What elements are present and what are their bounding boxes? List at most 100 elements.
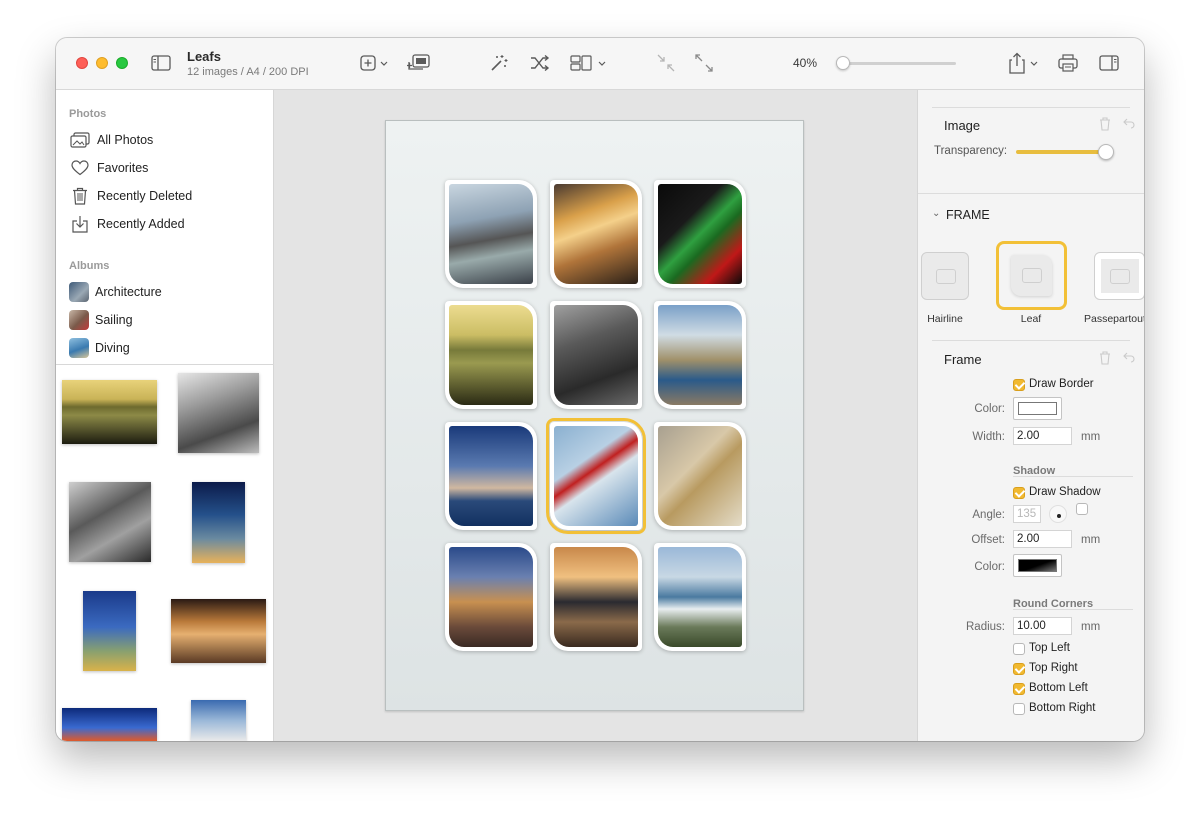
zoom-label: 40% bbox=[793, 56, 818, 70]
photo-tile-selected[interactable] bbox=[546, 418, 646, 534]
toolbar: Leafs 12 images / A4 / 200 DPI 40% bbox=[56, 38, 1144, 90]
draw-border-checkbox[interactable] bbox=[1013, 379, 1025, 391]
radius-field[interactable]: 10.00 bbox=[1013, 617, 1072, 635]
transparency-slider-knob[interactable] bbox=[1098, 144, 1114, 160]
shadow-color-label: Color: bbox=[974, 561, 1005, 573]
zoom-window-button[interactable] bbox=[116, 57, 128, 69]
sidebar-item-diving[interactable]: Diving bbox=[69, 336, 130, 360]
radius-label: Radius: bbox=[966, 621, 1005, 633]
border-color-well[interactable] bbox=[1013, 397, 1062, 420]
minimize-window-button[interactable] bbox=[96, 57, 108, 69]
frame-option-hairline[interactable] bbox=[921, 252, 969, 300]
border-width-field[interactable]: 2.00 bbox=[1013, 427, 1072, 445]
top-left-checkbox[interactable] bbox=[1013, 643, 1025, 655]
sidebar-item-all-photos[interactable]: All Photos bbox=[69, 128, 153, 152]
album-thumbnail bbox=[69, 338, 89, 358]
shuffle-icon[interactable] bbox=[529, 53, 551, 73]
frame-option-leaf[interactable] bbox=[996, 241, 1067, 310]
slideshow-icon[interactable] bbox=[406, 52, 432, 74]
photo-tile[interactable] bbox=[654, 543, 746, 651]
sidebar-item-label: Recently Added bbox=[97, 217, 185, 231]
add-icon[interactable] bbox=[360, 53, 392, 73]
unit-label: mm bbox=[1081, 431, 1101, 443]
photo-tile[interactable] bbox=[550, 543, 642, 651]
shadow-color-well[interactable] bbox=[1013, 554, 1062, 577]
layout-icon[interactable] bbox=[570, 53, 610, 73]
photo-thumbnail[interactable] bbox=[83, 591, 136, 671]
image-section-title: Image bbox=[944, 118, 981, 133]
bottom-right-label: Bottom Right bbox=[1029, 702, 1096, 714]
divider bbox=[1013, 609, 1133, 610]
reset-icon[interactable] bbox=[1123, 351, 1135, 366]
bottom-left-checkbox[interactable] bbox=[1013, 683, 1025, 695]
photo-thumbnail[interactable] bbox=[192, 482, 245, 563]
inspector-toggle-icon[interactable] bbox=[1098, 53, 1120, 73]
sidebar-item-label: All Photos bbox=[97, 133, 154, 147]
frame-option-label: Leaf bbox=[1020, 313, 1042, 325]
frame-option-passepartout[interactable] bbox=[1094, 252, 1144, 300]
magic-wand-icon[interactable] bbox=[488, 53, 510, 73]
album-thumbnail bbox=[69, 282, 89, 302]
frame-option-label: Passepartout bbox=[1084, 313, 1144, 325]
import-icon bbox=[69, 213, 91, 235]
sidebar-item-recently-added[interactable]: Recently Added bbox=[69, 212, 185, 236]
angle-dial[interactable] bbox=[1049, 505, 1067, 523]
frame-section-header[interactable]: FRAME bbox=[946, 208, 990, 222]
zoom-slider-track[interactable] bbox=[836, 62, 956, 65]
photo-tile[interactable] bbox=[445, 543, 537, 651]
sidebar-item-architecture[interactable]: Architecture bbox=[69, 280, 162, 304]
bottom-right-checkbox[interactable] bbox=[1013, 703, 1025, 715]
photo-tile[interactable] bbox=[445, 301, 537, 409]
sidebar-divider bbox=[56, 364, 274, 365]
albums-section-header: Albums bbox=[69, 260, 110, 272]
photo-thumbnail[interactable] bbox=[62, 380, 157, 444]
divider bbox=[1013, 476, 1133, 477]
shadow-offset-field[interactable]: 2.00 bbox=[1013, 530, 1072, 548]
photo-tile[interactable] bbox=[550, 180, 642, 288]
angle-lock-checkbox[interactable] bbox=[1076, 503, 1088, 515]
top-right-checkbox[interactable] bbox=[1013, 663, 1025, 675]
photo-thumbnail[interactable] bbox=[62, 708, 157, 741]
sidebar-item-label: Recently Deleted bbox=[97, 189, 193, 203]
sidebar-item-recently-deleted[interactable]: Recently Deleted bbox=[69, 184, 192, 208]
divider bbox=[932, 107, 1130, 108]
camera-icon bbox=[936, 269, 956, 284]
reset-icon[interactable] bbox=[1123, 117, 1135, 132]
sidebar-toggle-icon[interactable] bbox=[150, 53, 172, 73]
photo-thumbnail[interactable] bbox=[171, 599, 266, 663]
photo-thumbnail[interactable] bbox=[69, 482, 151, 562]
expand-icon[interactable] bbox=[694, 53, 714, 73]
photo-tile[interactable] bbox=[654, 180, 746, 288]
photos-icon bbox=[69, 129, 91, 151]
document-subtitle: 12 images / A4 / 200 DPI bbox=[187, 66, 309, 78]
photo-tile[interactable] bbox=[445, 422, 537, 530]
photo-tile[interactable] bbox=[445, 180, 537, 288]
layout-canvas bbox=[274, 90, 917, 741]
shrink-icon[interactable] bbox=[656, 53, 676, 73]
shadow-angle-field[interactable]: 135 bbox=[1013, 505, 1041, 523]
photos-section-header: Photos bbox=[69, 108, 107, 120]
share-icon[interactable] bbox=[1006, 51, 1042, 75]
camera-icon bbox=[1110, 269, 1130, 284]
app-window: Leafs 12 images / A4 / 200 DPI 40% Photo… bbox=[56, 38, 1144, 741]
photo-tile[interactable] bbox=[550, 301, 642, 409]
photo-thumbnail[interactable] bbox=[178, 373, 259, 453]
print-page[interactable] bbox=[385, 120, 804, 711]
photo-tile[interactable] bbox=[654, 422, 746, 530]
zoom-slider-knob[interactable] bbox=[836, 56, 850, 70]
trash-icon bbox=[69, 185, 91, 207]
delete-icon[interactable] bbox=[1099, 117, 1111, 134]
border-color-label: Color: bbox=[974, 403, 1005, 415]
close-window-button[interactable] bbox=[76, 57, 88, 69]
sidebar-item-label: Diving bbox=[95, 341, 130, 355]
print-icon[interactable] bbox=[1057, 52, 1079, 74]
sidebar-item-sailing[interactable]: Sailing bbox=[69, 308, 133, 332]
chevron-down-icon[interactable]: ⌄ bbox=[932, 208, 940, 219]
sidebar-item-favorites[interactable]: Favorites bbox=[69, 156, 148, 180]
draw-border-label: Draw Border bbox=[1029, 378, 1094, 390]
draw-shadow-checkbox[interactable] bbox=[1013, 487, 1025, 499]
photo-thumbnail[interactable] bbox=[191, 700, 246, 741]
delete-icon[interactable] bbox=[1099, 351, 1111, 368]
photo-tile[interactable] bbox=[654, 301, 746, 409]
border-width-label: Width: bbox=[972, 431, 1005, 443]
